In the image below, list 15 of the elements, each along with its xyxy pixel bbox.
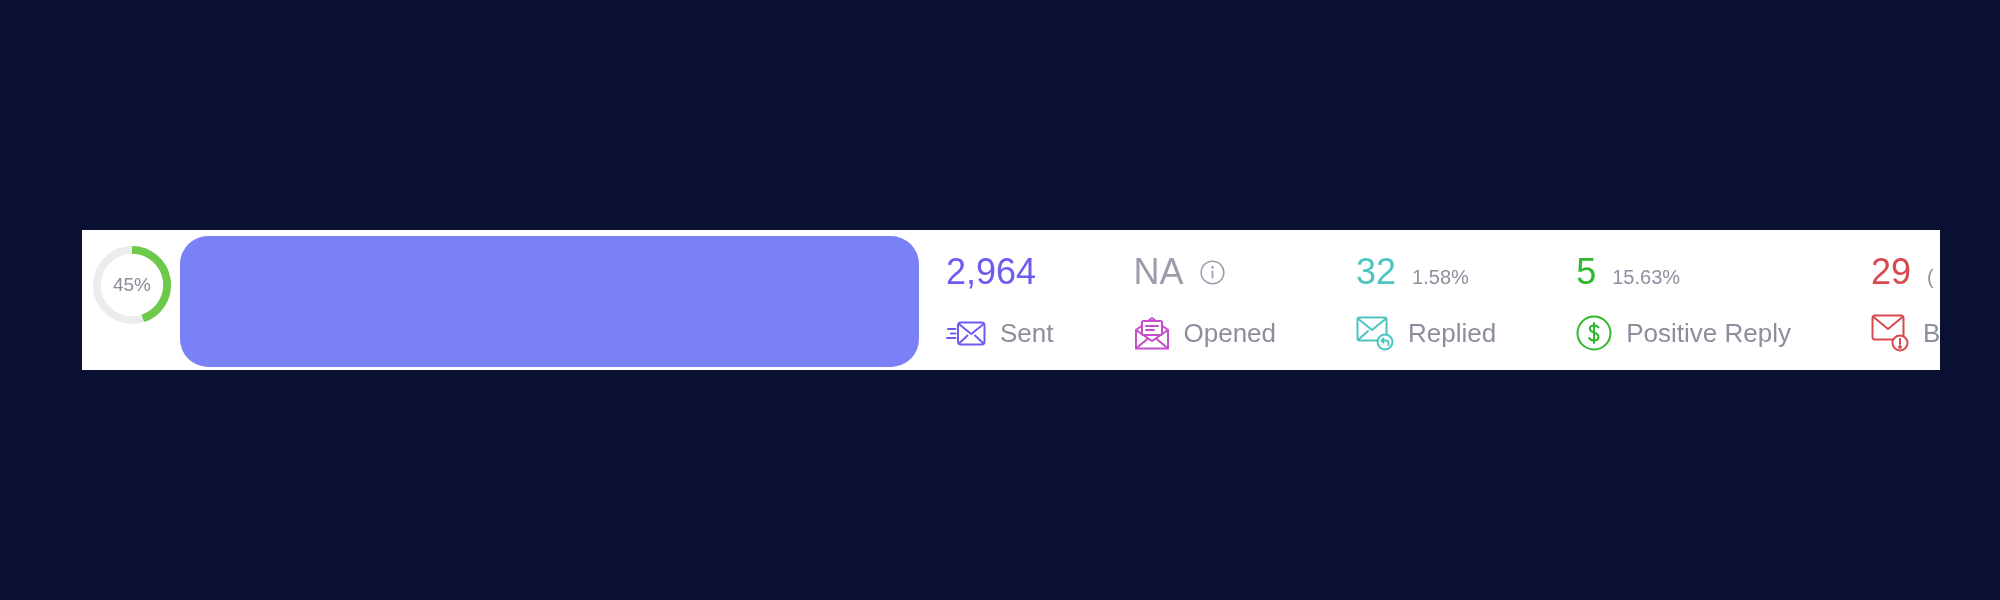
progress-percent: 45% [113,274,151,296]
stat-percent: ( [1927,266,1934,289]
stat-value: 5 [1576,252,1597,292]
stat-label: Sent [1000,317,1054,349]
stat-value: 2,964 [946,252,1037,292]
stat-percent: 15.63% [1612,266,1681,289]
stat-label: Positive Reply [1626,317,1791,349]
info-icon[interactable] [1199,259,1225,285]
stat-label: Replied [1408,317,1497,349]
stat-label: Opened [1183,317,1277,349]
stat-value: 29 [1870,252,1911,292]
stat-value: 32 [1356,252,1397,292]
stat-value: NA [1133,252,1184,292]
stat-label: B [1922,317,1940,349]
stat-percent: 1.58% [1412,266,1469,289]
